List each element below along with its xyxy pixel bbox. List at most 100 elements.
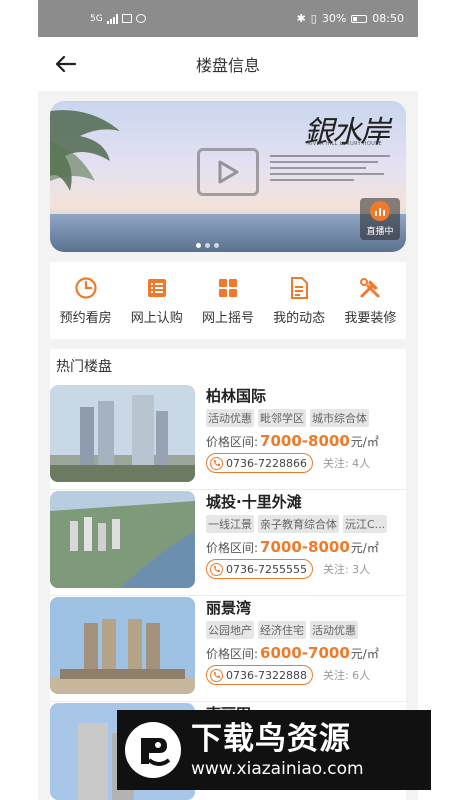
listing-info: 丽景湾 公园地产 经济住宅 活动优惠 价格区间: 6000-7000 元/㎡ 0… — [206, 597, 406, 685]
section-title: 热门楼盘 — [56, 359, 112, 375]
attention-value: 4人 — [352, 457, 371, 470]
status-left: 5G — [90, 13, 146, 24]
quick-item-decoration[interactable]: 我要装修 — [335, 276, 405, 326]
price-row: 价格区间: 6000-7000 元/㎡ — [206, 644, 406, 662]
page-title: 楼盘信息 — [195, 56, 260, 75]
quick-item-label: 我要装修 — [344, 310, 397, 326]
chat-notification-icon — [135, 14, 146, 23]
phone-number: 0736-7322888 — [226, 668, 307, 682]
play-button[interactable] — [197, 148, 259, 196]
tag: 城市综合体 — [310, 409, 369, 427]
attention-value: 6人 — [352, 669, 371, 682]
listing-info: 城投·十里外滩 一线江景 亲子教育综合体 沅江C... 价格区间: 7000-8… — [206, 491, 406, 579]
tools-icon — [360, 277, 380, 297]
tag: 一线江景 — [206, 515, 254, 533]
network-label: 5G — [90, 13, 103, 24]
price-prefix: 价格区间: — [206, 541, 259, 555]
tag: 经济住宅 — [258, 621, 306, 639]
document-icon — [291, 276, 309, 299]
arrow-left-icon — [55, 55, 77, 73]
price-prefix: 价格区间: — [206, 647, 259, 661]
price-row: 价格区间: 7000-8000 元/㎡ — [206, 432, 406, 450]
banner-subtitle: RIVER HILL LUXURY HOUSE — [307, 141, 382, 147]
live-label: 直播中 — [366, 227, 394, 237]
attention-prefix: 关注: — [322, 669, 349, 682]
tag-list: 一线江景 亲子教育综合体 沅江C... — [206, 515, 406, 533]
contact-row: 0736-7322888 关注: 6人 — [206, 665, 406, 685]
quick-item-label: 预约看房 — [59, 310, 112, 326]
price-row: 价格区间: 7000-8000 元/㎡ — [206, 538, 406, 556]
watermark-title: 下载鸟资源 — [191, 721, 351, 757]
status-bar: 5G ✱ ▯ 30% 08:50 — [38, 0, 418, 37]
phone-number: 0736-7255555 — [226, 562, 307, 576]
tag-list: 活动优惠 毗邻学区 城市综合体 — [206, 409, 406, 427]
listing-info: 柏林国际 活动优惠 毗邻学区 城市综合体 价格区间: 7000-8000 元/㎡… — [206, 385, 406, 473]
quick-item-label: 网上认购 — [130, 310, 183, 326]
lake-illustration — [50, 214, 406, 252]
price-unit: 元/㎡ — [350, 647, 379, 661]
watermark-url: www.xiazainiao.com — [191, 759, 364, 779]
carousel-dots — [196, 243, 219, 248]
attention-prefix: 关注: — [322, 563, 349, 576]
tag: 沅江C... — [343, 515, 388, 533]
phone-button[interactable]: 0736-7322888 — [206, 665, 313, 685]
phone-icon — [210, 456, 223, 470]
price-range: 7000-8000 — [260, 432, 350, 450]
price-range: 6000-7000 — [260, 644, 350, 662]
tag: 活动优惠 — [310, 621, 358, 639]
clock-icon — [74, 276, 97, 299]
price-range: 7000-8000 — [260, 538, 350, 556]
contact-row: 0736-7228866 关注: 4人 — [206, 453, 406, 473]
bluetooth-icon: ✱ — [296, 12, 306, 25]
price-unit: 元/㎡ — [350, 541, 379, 555]
quick-item-appointment[interactable]: 预约看房 — [51, 276, 121, 326]
listing-name: 柏林国际 — [206, 387, 267, 405]
watermark-text: 下载鸟资源 www.xiazainiao.com — [191, 720, 364, 780]
tag: 公园地产 — [206, 621, 254, 639]
listing-name: 丽景湾 — [206, 599, 252, 617]
battery-percent: 30% — [321, 12, 347, 25]
phone-icon — [210, 668, 223, 682]
quick-item-activity[interactable]: 我的动态 — [264, 276, 334, 326]
listing-item[interactable]: 丽景湾 公园地产 经济住宅 活动优惠 价格区间: 6000-7000 元/㎡ 0… — [50, 596, 406, 702]
back-button[interactable] — [52, 50, 80, 78]
phone-button[interactable]: 0736-7255555 — [206, 559, 313, 579]
listing-photo — [50, 385, 195, 482]
vibrate-icon: ▯ — [310, 12, 317, 25]
attention-value: 3人 — [352, 563, 371, 576]
app-frame: 5G ✱ ▯ 30% 08:50 楼盘信息 銀水岸 RIVER HILL LUX… — [38, 0, 418, 800]
attention-prefix: 关注: — [322, 457, 349, 470]
list-icon — [147, 278, 166, 297]
app-notification-icon — [121, 14, 132, 23]
clock-time: 08:50 — [372, 12, 404, 25]
quick-item-subscribe[interactable]: 网上认购 — [122, 276, 192, 326]
tag: 毗邻学区 — [258, 409, 306, 427]
quick-item-label: 网上摇号 — [201, 310, 254, 326]
attention-count: 关注: 4人 — [323, 455, 370, 471]
listing-photo — [50, 491, 195, 588]
phone-icon — [210, 562, 223, 576]
listing-photo — [50, 597, 195, 694]
phone-button[interactable]: 0736-7228866 — [206, 453, 313, 473]
listing-item[interactable]: 城投·十里外滩 一线江景 亲子教育综合体 沅江C... 价格区间: 7000-8… — [50, 490, 406, 596]
quick-item-lottery[interactable]: 网上摇号 — [193, 276, 263, 326]
phone-number: 0736-7228866 — [226, 456, 307, 470]
site-watermark: 下载鸟资源 www.xiazainiao.com — [117, 710, 431, 790]
signal-icon — [106, 13, 118, 24]
tag: 活动优惠 — [206, 409, 254, 427]
live-badge[interactable]: 直播中 — [360, 198, 400, 240]
banner-description-lines — [270, 151, 390, 181]
grid-icon — [218, 278, 237, 297]
listing-name: 城投·十里外滩 — [206, 493, 302, 511]
tag: 亲子教育综合体 — [258, 515, 339, 533]
quick-menu: 预约看房 网上认购 网上摇号 我的动态 我要装修 — [50, 262, 406, 339]
tree-illustration — [50, 110, 120, 191]
live-icon — [370, 201, 390, 221]
listing-item[interactable]: 柏林国际 活动优惠 毗邻学区 城市综合体 价格区间: 7000-8000 元/㎡… — [50, 384, 406, 490]
attention-count: 关注: 6人 — [323, 667, 370, 683]
video-banner[interactable]: 銀水岸 RIVER HILL LUXURY HOUSE 直播中 — [50, 101, 406, 252]
price-unit: 元/㎡ — [350, 435, 379, 449]
status-right: ✱ ▯ 30% 08:50 — [297, 12, 404, 25]
contact-row: 0736-7255555 关注: 3人 — [206, 559, 406, 579]
quick-item-label: 我的动态 — [273, 310, 326, 326]
